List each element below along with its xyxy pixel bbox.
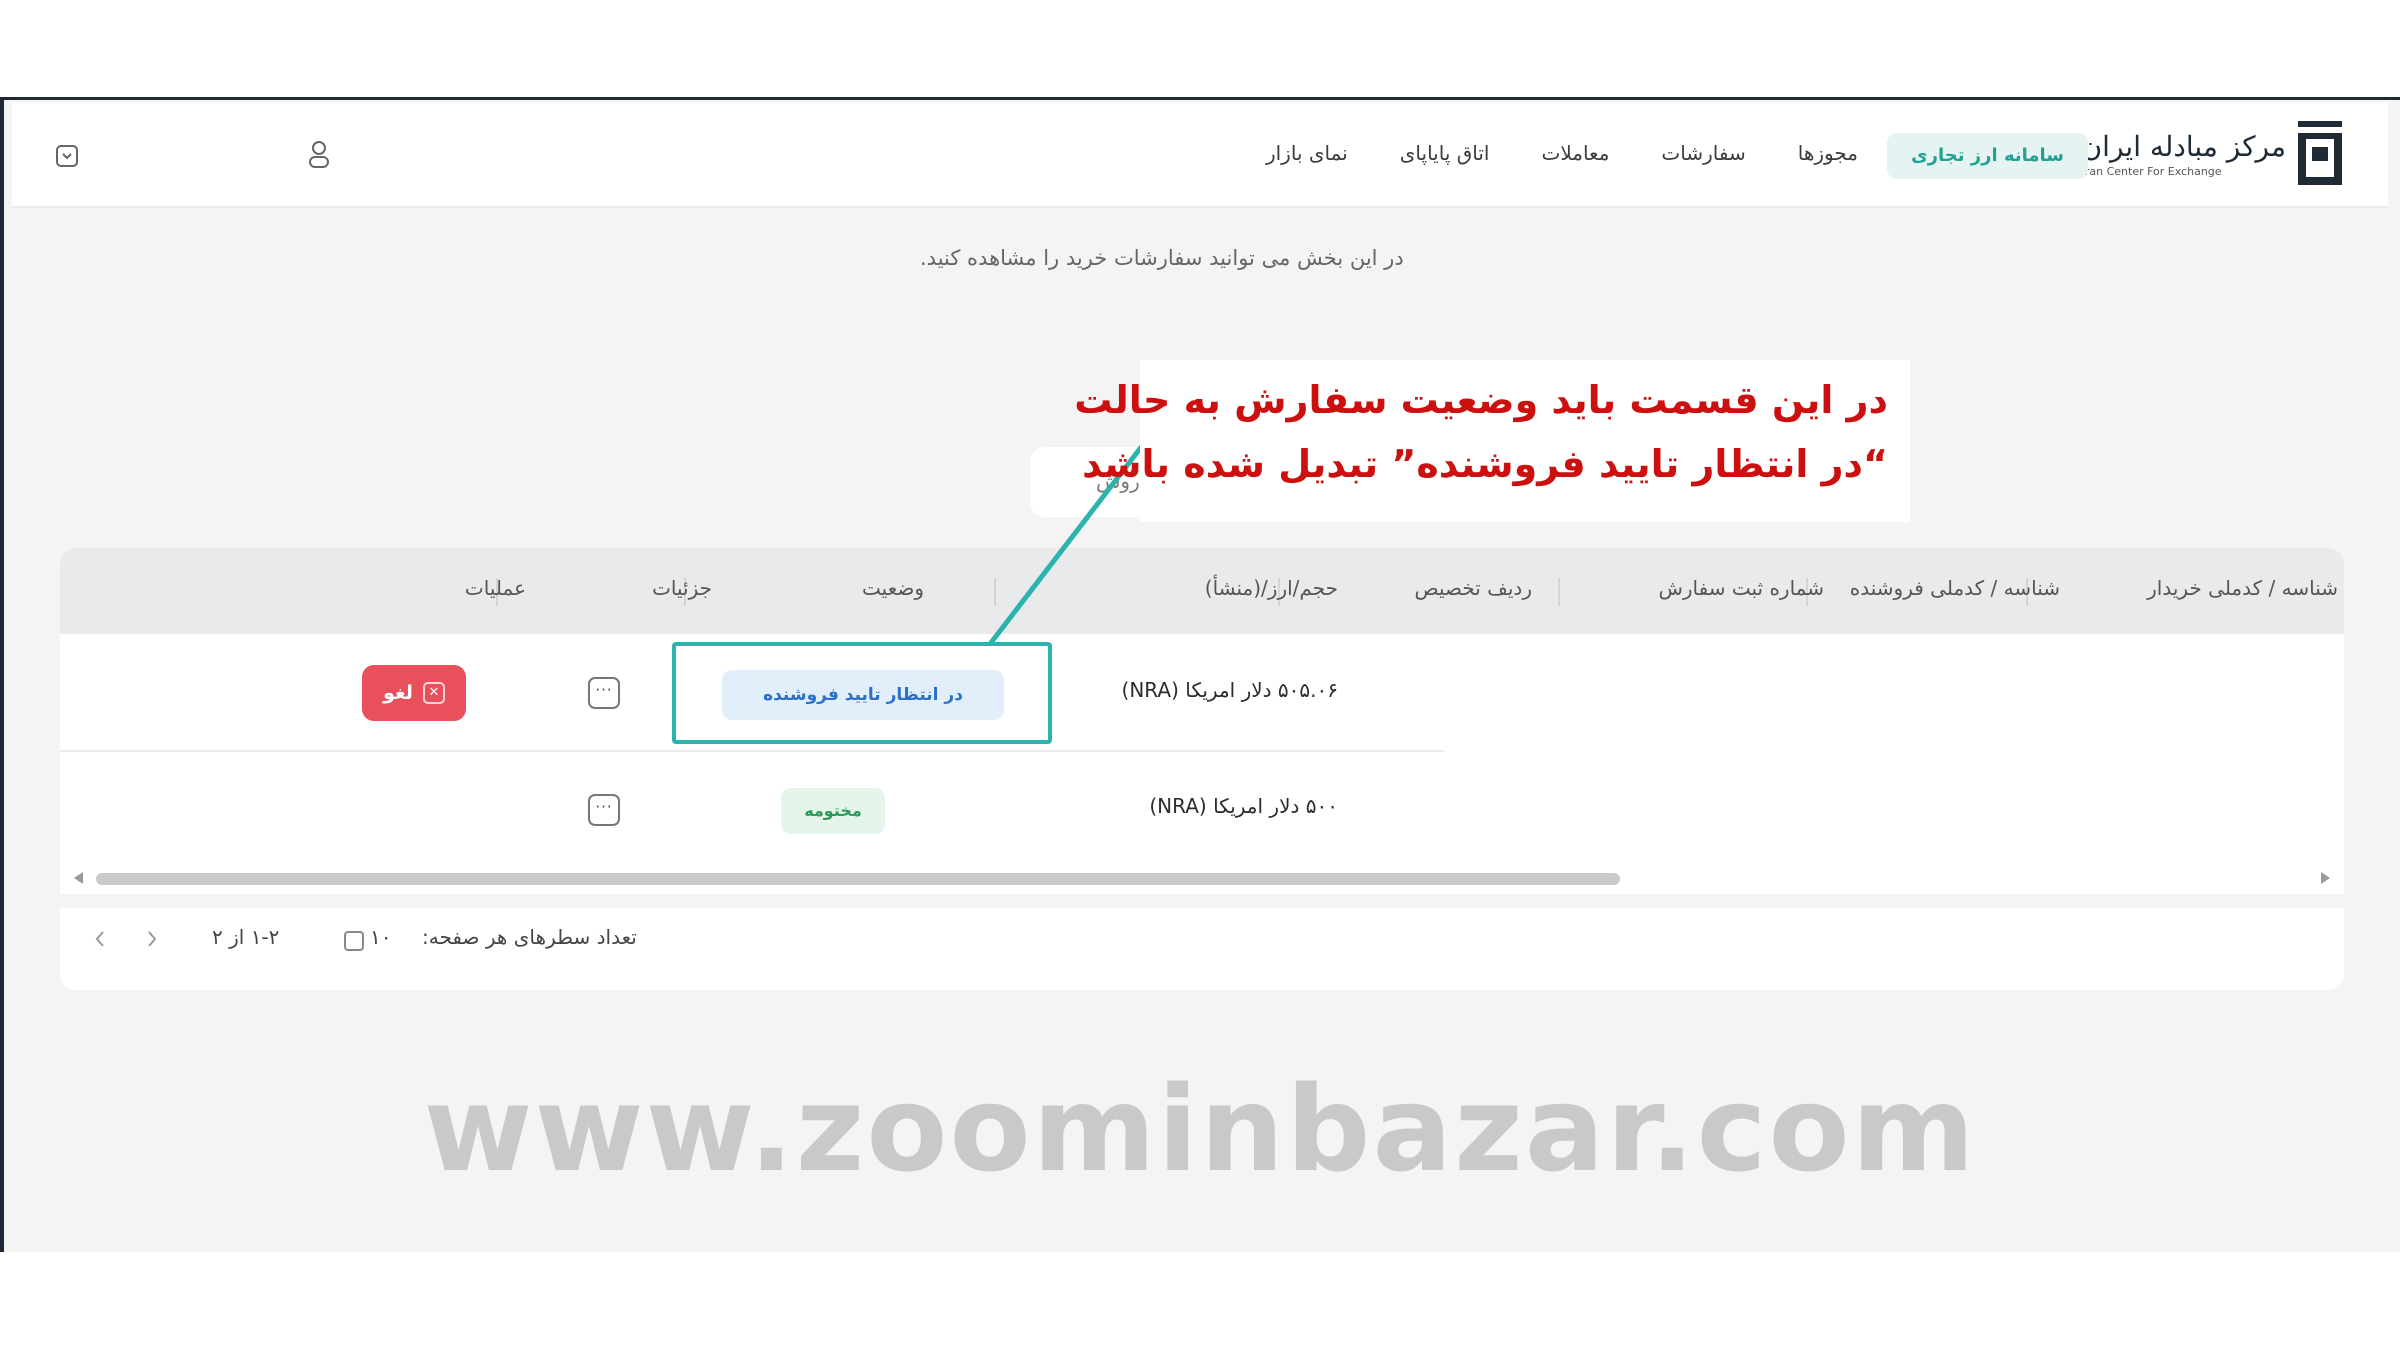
column-header-status: وضعیت <box>862 576 924 600</box>
scrollbar-thumb[interactable] <box>96 873 1620 885</box>
row1-cancel-button[interactable]: ✕ لغو <box>362 665 466 721</box>
column-divider <box>994 578 996 606</box>
row-divider <box>60 750 1444 752</box>
scroll-left-icon[interactable] <box>74 872 83 884</box>
callout-line-1: در این قسمت باید وضعیت سفارش به حالت <box>1074 378 1888 422</box>
logo-title: مرکز مبادله ایران <box>2081 129 2286 163</box>
nav-item-permits[interactable]: مجوزها <box>1798 141 1858 165</box>
logo-mark-icon <box>2298 121 2342 185</box>
column-divider <box>1558 578 1560 606</box>
annotation-callout: در این قسمت باید وضعیت سفارش به حالت “در… <box>1074 360 1910 522</box>
row2-details-button[interactable]: ··· <box>588 794 620 826</box>
callout-line-2: “در انتظار تایید فروشنده” تبدیل شده باشد <box>1082 442 1888 486</box>
nav-item-commercial-fx[interactable]: سامانه ارز تجاری <box>1887 133 2088 179</box>
row2-amount: ۵۰۰ دلار امریکا (NRA) <box>1149 794 1338 818</box>
close-icon: ✕ <box>422 682 445 704</box>
column-header-allocation-row: ردیف تخصیص <box>1414 576 1532 600</box>
column-header-operations: عملیات <box>464 576 526 600</box>
status-highlight-frame <box>672 642 1052 744</box>
pagination-range: ۱-۲ از ۲ <box>212 925 280 949</box>
chevron-left-icon[interactable] <box>94 930 106 952</box>
watermark: www.zoominbazar.com <box>423 1060 1977 1198</box>
chevron-right-icon[interactable] <box>146 930 158 952</box>
row2-status-badge: مختومه <box>781 788 885 834</box>
top-navbar: مرکز مبادله ایران Iran Center For Exchan… <box>12 103 2388 208</box>
chevron-down-icon[interactable] <box>56 145 78 167</box>
logo-text: مرکز مبادله ایران Iran Center For Exchan… <box>2082 129 2286 178</box>
rows-per-page-label: تعداد سطرهای هر صفحه: <box>422 925 637 949</box>
table-header: شناسه / کدملی خریدار شناسه / کدملی فروشن… <box>60 548 2344 634</box>
column-header-buyer-id: شناسه / کدملی خریدار <box>2147 576 2338 600</box>
column-header-details: جزئیات <box>652 576 712 600</box>
column-header-seller-id: شناسه / کدملی فروشنده <box>1849 576 2060 600</box>
footer-divider <box>60 894 2344 908</box>
column-header-order-number: شماره ثبت سفارش <box>1658 576 1824 600</box>
column-header-volume: حجم/ارز/(منشأ) <box>1204 576 1338 600</box>
logo-subtitle: Iran Center For Exchange <box>2081 164 2222 178</box>
nav-item-trades[interactable]: معاملات <box>1541 141 1609 165</box>
scroll-right-icon[interactable] <box>2321 872 2330 884</box>
nav-item-orders[interactable]: سفارشات <box>1661 141 1745 165</box>
nav-item-clearing-room[interactable]: اتاق پایاپای <box>1400 141 1490 165</box>
logo[interactable]: مرکز مبادله ایران Iran Center For Exchan… <box>2082 121 2342 185</box>
nav-menu: مجوزها سفارشات معاملات اتاق پایاپای نمای… <box>1266 141 1858 165</box>
page-description: در این بخش می توانید سفارشات خرید را مشا… <box>920 246 1404 270</box>
row1-amount: ۵۰۵.۰۶ دلار امریکا (NRA) <box>1121 678 1338 702</box>
orders-table-card: شناسه / کدملی خریدار شناسه / کدملی فروشن… <box>60 548 2344 990</box>
row1-details-button[interactable]: ··· <box>588 677 620 709</box>
cancel-button-label: لغو <box>383 682 413 704</box>
rows-per-page-select[interactable]: ۱۰ <box>370 925 391 949</box>
nav-item-market-view[interactable]: نمای بازار <box>1266 141 1348 165</box>
chevron-down-icon[interactable] <box>344 931 364 951</box>
user-icon[interactable] <box>308 139 330 173</box>
